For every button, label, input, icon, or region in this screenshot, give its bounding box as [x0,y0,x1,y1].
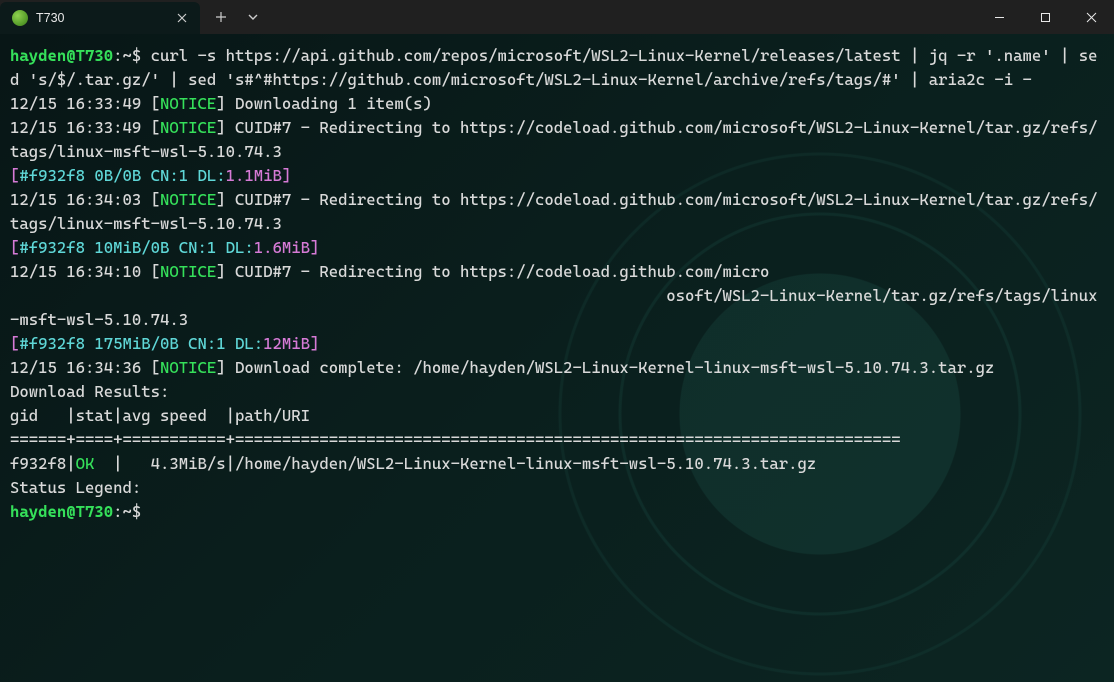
results-columns: gid |stat|avg speed |path/URI [10,404,1104,428]
terminal-viewport[interactable]: hayden@T730:~$ curl -s https://api.githu… [0,34,1114,682]
close-window-button[interactable] [1068,0,1114,34]
output-line: 12/15 16:34:36 [NOTICE] Download complet… [10,356,1104,380]
output-line: 12/15 16:33:49 [NOTICE] Downloading 1 it… [10,92,1104,116]
output-line: 12/15 16:34:03 [NOTICE] CUID#7 - Redirec… [10,188,1104,236]
results-header: Download Results: [10,380,1104,404]
command-text: curl -s https://api.github.com/repos/mic… [10,46,1098,89]
opensuse-icon [12,10,28,26]
close-tab-button[interactable] [174,10,190,26]
prompt-line: hayden@T730:~$ [10,500,1104,524]
tab-actions [200,0,268,34]
output-line: 12/15 16:33:49 [NOTICE] CUID#7 - Redirec… [10,116,1104,164]
progress-line: [#f932f8 175MiB/0B CN:1 DL:12MiB] [10,332,1104,356]
prompt-line: hayden@T730:~$ curl -s https://api.githu… [10,44,1104,92]
output-line: 12/15 16:34:10 [NOTICE] CUID#7 - Redirec… [10,260,1104,284]
titlebar: T730 [0,0,1114,34]
status-legend: Status Legend: [10,476,1104,500]
tab-active[interactable]: T730 [0,2,200,34]
results-divider: ======+====+===========+================… [10,428,1104,452]
new-tab-button[interactable] [206,2,236,32]
window-controls [976,0,1114,34]
tab-title: T730 [36,11,166,25]
minimize-button[interactable] [976,0,1022,34]
progress-line: [#f932f8 0B/0B CN:1 DL:1.1MiB] [10,164,1104,188]
output-line-wrap: osoft/WSL2-Linux-Kernel/tar.gz/refs/tags… [10,284,1104,332]
tab-dropdown-button[interactable] [238,2,268,32]
maximize-button[interactable] [1022,0,1068,34]
results-row: f932f8|OK | 4.3MiB/s|/home/hayden/WSL2-L… [10,452,1104,476]
titlebar-drag-area[interactable] [268,0,976,34]
progress-line: [#f932f8 10MiB/0B CN:1 DL:1.6MiB] [10,236,1104,260]
